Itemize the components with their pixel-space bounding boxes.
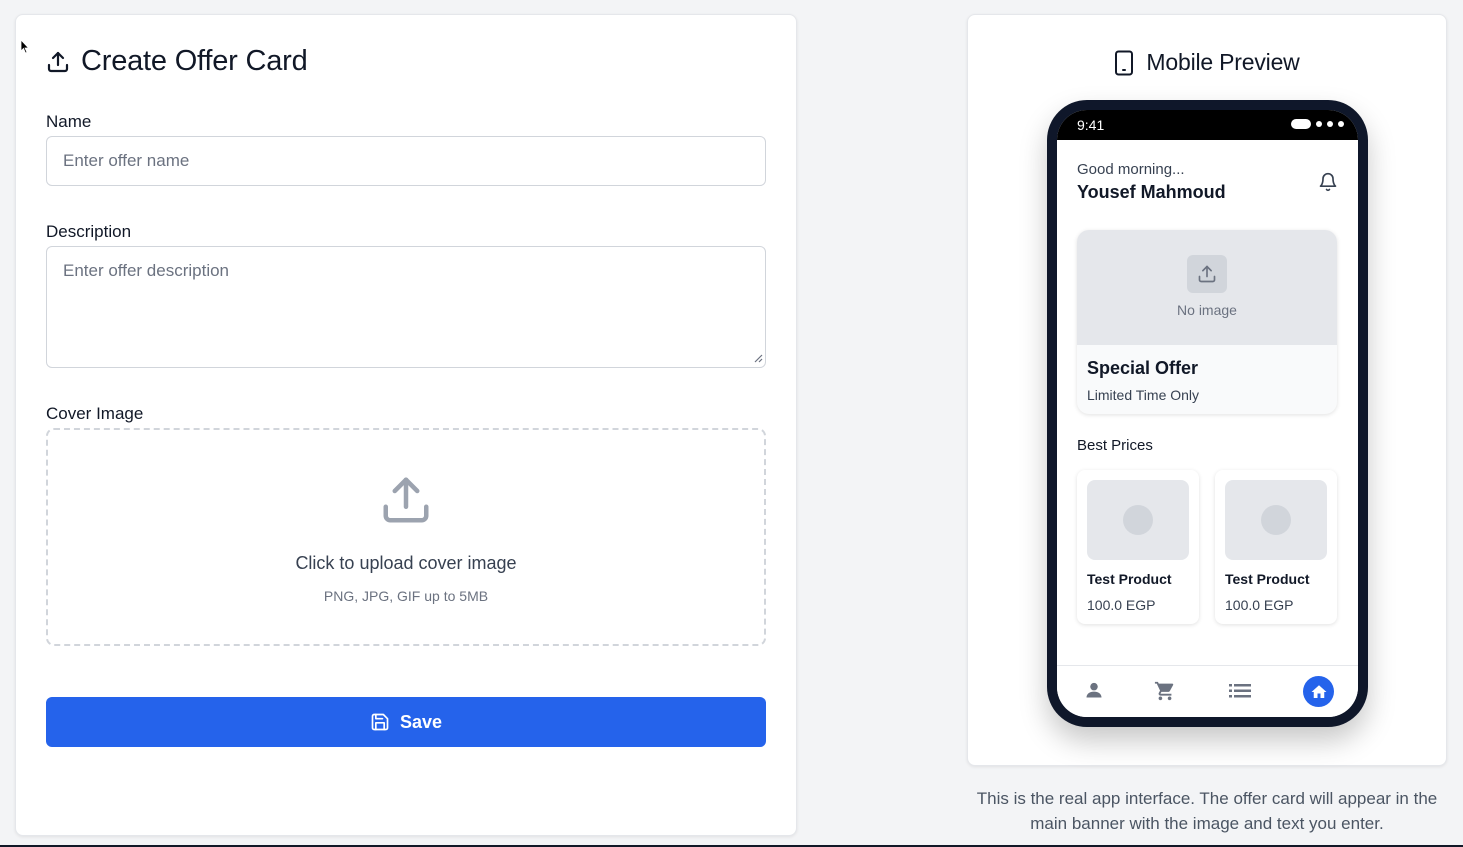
product-price: 100.0 EGP <box>1087 597 1156 613</box>
upload-title: Click to upload cover image <box>295 553 517 573</box>
product-card[interactable]: Test Product 100.0 EGP <box>1215 470 1337 624</box>
offer-form-card: Create Offer Card Name Description Cover… <box>15 14 797 836</box>
offer-subtitle: Limited Time Only <box>1087 387 1200 403</box>
bottom-nav <box>1057 665 1358 717</box>
cover-image-label: Cover Image <box>46 404 144 423</box>
mobile-preview-card: Mobile Preview 9:41 Good morning... Yous… <box>967 14 1447 766</box>
cart-icon[interactable] <box>1154 680 1176 702</box>
profile-icon[interactable] <box>1084 680 1104 700</box>
product-name: Test Product <box>1087 571 1172 587</box>
form-header: Create Offer Card <box>46 45 308 78</box>
resize-grip-icon[interactable] <box>753 353 763 363</box>
phone-frame: 9:41 Good morning... Yousef Mahmoud No i… <box>1047 100 1368 727</box>
battery-icon <box>1291 119 1311 129</box>
status-time: 9:41 <box>1077 117 1105 133</box>
signal-dot-icon <box>1338 121 1344 127</box>
image-placeholder-icon <box>1261 505 1291 535</box>
signal-dot-icon <box>1327 121 1333 127</box>
smartphone-icon <box>1114 50 1134 76</box>
product-price: 100.0 EGP <box>1225 597 1294 613</box>
image-placeholder-icon <box>1123 505 1153 535</box>
name-input[interactable] <box>46 136 766 186</box>
offer-image-placeholder: No image <box>1077 230 1337 345</box>
upload-icon <box>46 50 70 74</box>
list-icon[interactable] <box>1228 680 1252 702</box>
product-image-placeholder <box>1087 480 1189 560</box>
page-title: Create Offer Card <box>81 45 308 77</box>
status-icons <box>1291 119 1344 129</box>
user-name: Yousef Mahmoud <box>1077 182 1226 202</box>
greeting-text: Good morning... <box>1077 161 1185 178</box>
image-upload-icon <box>1187 255 1227 293</box>
description-input[interactable] <box>46 246 766 368</box>
status-bar: 9:41 <box>1057 110 1358 140</box>
offer-card-preview[interactable]: No image Special Offer Limited Time Only <box>1077 230 1337 414</box>
no-image-text: No image <box>1177 302 1237 318</box>
upload-hint: PNG, JPG, GIF up to 5MB <box>323 588 489 604</box>
preview-title: Mobile Preview <box>1146 49 1300 75</box>
save-button-label: Save <box>399 711 443 732</box>
bell-icon[interactable] <box>1318 171 1338 193</box>
preview-note: This is the real app interface. The offe… <box>976 789 1438 833</box>
upload-cloud-icon <box>379 473 433 527</box>
signal-dot-icon <box>1316 121 1322 127</box>
name-label: Name <box>46 112 92 131</box>
product-card[interactable]: Test Product 100.0 EGP <box>1077 470 1199 624</box>
save-button[interactable]: Save <box>46 697 766 747</box>
home-icon[interactable] <box>1303 676 1334 707</box>
offer-title: Special Offer <box>1087 358 1199 378</box>
preview-header: Mobile Preview <box>968 49 1446 76</box>
cover-image-dropzone[interactable]: Click to upload cover image PNG, JPG, GI… <box>46 428 766 646</box>
product-image-placeholder <box>1225 480 1327 560</box>
mouse-cursor-icon <box>20 39 30 54</box>
save-icon <box>370 712 390 732</box>
product-name: Test Product <box>1225 571 1310 587</box>
best-prices-heading: Best Prices <box>1077 437 1153 454</box>
phone-screen: 9:41 Good morning... Yousef Mahmoud No i… <box>1057 110 1358 717</box>
description-label: Description <box>46 222 132 241</box>
